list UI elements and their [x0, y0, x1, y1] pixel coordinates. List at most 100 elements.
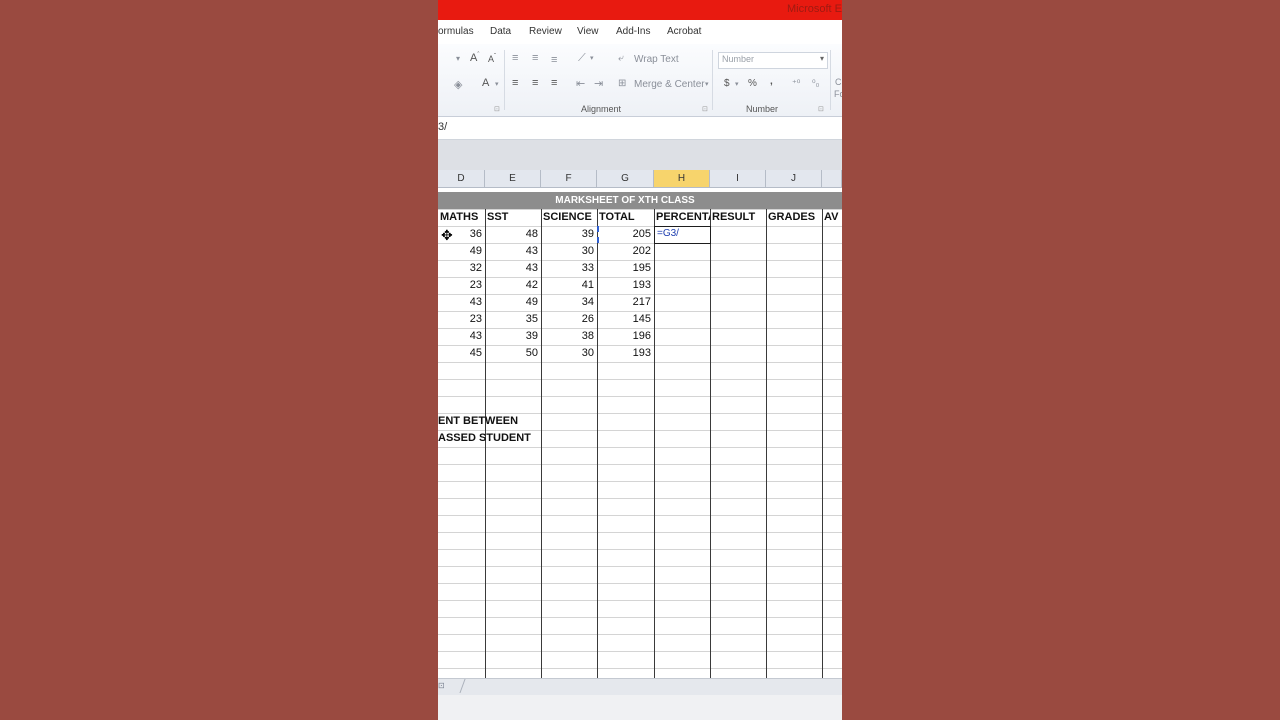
cell-total[interactable]: 193	[597, 277, 654, 294]
merge-center-icon[interactable]: ⊞	[618, 78, 626, 89]
merge-center-button[interactable]: Merge & Center	[634, 79, 705, 90]
formula-input[interactable]: 3/	[438, 121, 447, 133]
cell-science[interactable]: 30	[541, 243, 597, 260]
insert-sheet-icon[interactable]: ⊡	[438, 681, 445, 690]
header-cell-science[interactable]: SCIENCE	[541, 209, 597, 226]
cell-maths[interactable]: 43	[438, 328, 485, 345]
tab-view[interactable]: View	[577, 26, 599, 37]
cell-total[interactable]: 202	[597, 243, 654, 260]
cell-total[interactable]: 145	[597, 311, 654, 328]
cell-sst[interactable]: 35	[485, 311, 541, 328]
font-size-dropdown-icon[interactable]: ▾	[456, 54, 460, 63]
column-header-d[interactable]: D	[438, 170, 485, 187]
cell-sst[interactable]: 43	[485, 243, 541, 260]
cell-science[interactable]: 34	[541, 294, 597, 311]
tab-review[interactable]: Review	[529, 26, 562, 37]
header-cell-maths[interactable]: MATHS	[438, 209, 485, 226]
align-bottom-icon[interactable]: ≡	[551, 54, 557, 66]
cell-maths[interactable]: 23	[438, 277, 485, 294]
cell-sst[interactable]: 42	[485, 277, 541, 294]
cell-sst[interactable]: 48	[485, 226, 541, 243]
comma-button[interactable]: ,	[770, 76, 773, 87]
tab-add-ins[interactable]: Add-Ins	[616, 26, 650, 37]
cell-science[interactable]: 30	[541, 345, 597, 362]
tab-acrobat[interactable]: Acrobat	[667, 26, 701, 37]
cell-sst[interactable]: 50	[485, 345, 541, 362]
currency-dropdown-icon[interactable]: ▾	[735, 80, 739, 88]
merge-dropdown-icon[interactable]: ▾	[705, 80, 709, 88]
font-color-icon[interactable]: A	[482, 77, 489, 89]
row-gridline	[438, 651, 842, 652]
header-cell-result[interactable]: RESULT	[710, 209, 766, 226]
number-launcher-icon[interactable]: ⊡	[818, 105, 824, 113]
header-cell-grades[interactable]: GRADES	[766, 209, 822, 226]
wrap-text-button[interactable]: Wrap Text	[634, 54, 679, 65]
header-cell-total[interactable]: TOTAL	[597, 209, 654, 226]
tab-data[interactable]: Data	[490, 26, 511, 37]
cell-science[interactable]: 39	[541, 226, 597, 243]
cell-science[interactable]: 38	[541, 328, 597, 345]
column-header-i[interactable]: I	[710, 170, 766, 187]
active-cell-h3[interactable]: =G3/	[654, 226, 711, 244]
wrap-text-icon[interactable]: ⤶	[618, 53, 624, 64]
decrease-decimal-icon[interactable]: ⁰₀	[812, 78, 819, 89]
cell-maths[interactable]: 45	[438, 345, 485, 362]
column-header-h[interactable]: H	[654, 170, 710, 187]
row-gridline	[438, 617, 842, 618]
orientation-icon[interactable]: ⟋	[578, 52, 586, 65]
align-center-icon[interactable]: ≡	[532, 77, 538, 89]
cell-science[interactable]: 26	[541, 311, 597, 328]
format-fragment[interactable]: Fo	[834, 89, 842, 99]
cell-total[interactable]: 217	[597, 294, 654, 311]
cell-total[interactable]: 196	[597, 328, 654, 345]
number-format-dropdown[interactable]: Number ▾	[718, 52, 828, 69]
font-color-dropdown-icon[interactable]: ▾	[495, 80, 499, 88]
spreadsheet-grid[interactable]: MARKSHEET OF XTH CLASS MATHS SST SCIENCE…	[438, 188, 842, 678]
header-cell-percentage[interactable]: PERCENTA	[654, 209, 710, 226]
cell-maths[interactable]: 49	[438, 243, 485, 260]
header-cell-sst[interactable]: SST	[485, 209, 541, 226]
increase-decimal-icon[interactable]: ⁺⁰	[792, 78, 800, 89]
note-line-2[interactable]: ASSED STUDENT	[438, 430, 597, 447]
column-header-k[interactable]	[822, 170, 842, 187]
cell-total[interactable]: 195	[597, 260, 654, 277]
cell-total[interactable]: 205	[597, 226, 654, 243]
orientation-dropdown-icon[interactable]: ▾	[590, 54, 594, 62]
column-header-f[interactable]: F	[541, 170, 597, 187]
currency-button[interactable]: $	[724, 78, 730, 89]
column-header-e[interactable]: E	[485, 170, 541, 187]
cell-maths[interactable]: 23	[438, 311, 485, 328]
fill-color-icon[interactable]: ◈	[454, 78, 462, 91]
note-line-1[interactable]: ENT BETWEEN	[438, 413, 597, 430]
cell-science[interactable]: 33	[541, 260, 597, 277]
decrease-indent-icon[interactable]: ⇤	[576, 77, 585, 90]
cell-maths[interactable]: 43	[438, 294, 485, 311]
cell-science[interactable]: 41	[541, 277, 597, 294]
sheet-tab-edge	[447, 679, 466, 693]
formula-bar[interactable]: 3/	[438, 117, 842, 140]
align-top-icon[interactable]: ≡	[512, 52, 518, 64]
tab-formulas[interactable]: ormulas	[438, 26, 474, 37]
align-middle-icon[interactable]: ≡	[532, 52, 538, 64]
shrink-font-icon[interactable]: Aˇ	[488, 54, 496, 64]
percent-button[interactable]: %	[748, 78, 757, 89]
grow-font-icon[interactable]: Aˆ	[470, 52, 479, 64]
cell-sst[interactable]: 39	[485, 328, 541, 345]
banner-cell[interactable]: MARKSHEET OF XTH CLASS	[438, 192, 842, 209]
increase-indent-icon[interactable]: ⇥	[594, 77, 603, 90]
cell-total[interactable]: 193	[597, 345, 654, 362]
row-gridline	[438, 668, 842, 669]
align-right-icon[interactable]: ≡	[551, 77, 557, 89]
cell-sst[interactable]: 43	[485, 260, 541, 277]
column-header-g[interactable]: G	[597, 170, 654, 187]
cell-sst[interactable]: 49	[485, 294, 541, 311]
alignment-launcher-icon[interactable]: ⊡	[702, 105, 708, 113]
align-left-icon[interactable]: ≡	[512, 77, 518, 89]
conditional-format-button[interactable]: C	[835, 77, 842, 87]
sheet-tabs-bar: ⊡	[438, 678, 842, 695]
column-header-j[interactable]: J	[766, 170, 822, 187]
cell-maths[interactable]: 32	[438, 260, 485, 277]
header-cell-average[interactable]: AV	[822, 209, 842, 226]
row-gridline	[438, 396, 842, 397]
font-launcher-icon[interactable]: ⊡	[494, 105, 500, 113]
